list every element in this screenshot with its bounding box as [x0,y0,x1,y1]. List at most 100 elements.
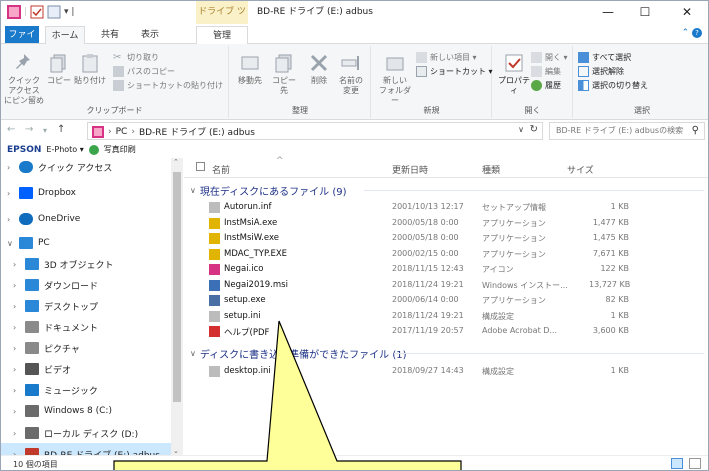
table-row[interactable]: setup.exe 2000/06/14 0:00 アプリケーション 82 KB [184,293,708,308]
tab-file[interactable]: ファイル [5,26,39,58]
epson-toolbar: EPSON E-Photo ▾ 写真印刷 [1,142,708,157]
chevron-right-icon[interactable]: › [13,429,25,438]
column-name[interactable]: 名前 [212,163,230,176]
scroll-up-icon[interactable]: ⌃ [173,158,179,166]
breadcrumb-pc[interactable]: PC [116,127,128,137]
table-row[interactable]: MDAC_TYP.EXE 2000/02/15 0:00 アプリケーション 7,671… [184,247,708,262]
back-arrow-icon[interactable]: ← [7,124,15,135]
path-icon [113,66,124,77]
table-row[interactable]: Autorun.inf 2001/10/13 12:17 セットアップ情報 1 KB [184,200,708,215]
column-size[interactable]: サイズ [567,163,594,176]
paste-button[interactable]: 貼り付け [73,52,107,86]
table-row[interactable]: InstMsiW.exe 2000/05/18 0:00 アプリケーション 1,475… [184,231,708,246]
inf-file-icon [209,202,220,213]
sidebar-item[interactable]: › デスクトップ [1,295,171,317]
scroll-down-icon[interactable]: ⌄ [173,447,179,455]
copy-path-button[interactable]: パスのコピー [113,66,175,77]
tab-manage[interactable]: 管理 [196,26,248,44]
maximize-button[interactable]: ☐ [627,1,663,24]
table-row[interactable]: Negai2019.msi 2018/11/24 19:21 Windows インス… [184,278,708,293]
select-all-checkbox[interactable] [196,162,205,171]
tab-home[interactable]: ホーム [45,26,85,44]
chevron-right-icon[interactable]: › [13,260,25,269]
pin-quick-access-button[interactable]: クイック アクセス にピン留め [3,52,45,106]
breadcrumb-drive[interactable]: BD-RE ドライブ (E:) adbus [139,125,255,138]
cut-button[interactable]: ✂ 切り取り [113,52,159,63]
chevron-right-icon[interactable]: › [7,215,19,224]
sidebar-item[interactable]: › 3D オブジェクト [1,253,171,275]
chevron-right-icon[interactable]: › [13,386,25,395]
ribbon-expand-and-help-icon[interactable]: ⌃ ? [682,28,702,38]
invert-selection-button[interactable]: 選択の切り替え [578,80,648,91]
sidebar-item[interactable]: › ローカル ディスク (D:) [1,422,171,444]
sidebar-item[interactable]: › ビデオ [1,358,171,380]
search-input[interactable]: BD-RE ドライブ (E:) adbusの検索 ⚲ [549,122,705,140]
table-row[interactable]: desktop.ini 2018/09/27 14:43 構成設定 1 KB [184,364,708,379]
table-row[interactable]: Negai.ico 2018/11/15 12:43 アイコン 122 KB [184,262,708,277]
scrollbar-thumb[interactable] [173,172,181,402]
epson-product-menu[interactable]: E-Photo ▾ [46,145,83,154]
forward-arrow-icon[interactable]: → [25,124,33,135]
chevron-right-icon[interactable]: › [7,163,19,172]
delete-button[interactable]: 削除 [306,52,332,86]
sidebar-item[interactable]: › クイック アクセス [1,156,171,178]
column-type[interactable]: 種類 [482,163,500,176]
chevron-right-icon[interactable]: › [13,407,25,416]
sidebar-item[interactable]: › OneDrive [1,208,171,230]
select-none-button[interactable]: 選択解除 [578,66,624,77]
open-button[interactable]: 開く ▾ [531,52,568,63]
navigation-scrollbar[interactable]: ⌃ ⌄ [171,158,183,455]
sidebar-item[interactable]: › ドキュメント [1,316,171,338]
paste-label: 貼り付け [74,76,106,85]
refresh-icon[interactable]: ↻ [530,124,538,135]
recent-locations-icon[interactable]: ▾ [43,126,47,135]
chevron-right-icon[interactable]: › [7,189,19,198]
chevron-right-icon[interactable]: › [13,281,25,290]
table-row[interactable]: ヘルプ(PDF 2017/11/19 20:57 Adobe Acrobat D..… [184,324,708,339]
new-folder-icon[interactable] [47,5,61,19]
chevron-right-icon[interactable]: › [13,302,25,311]
chevron-right-icon[interactable]: › [13,365,25,374]
rename-button[interactable]: 名前の 変更 [336,52,366,96]
paste-shortcut-button[interactable]: ショートカットの貼り付け [113,80,223,91]
group-header-current[interactable]: ∨ 現在ディスクにあるファイル (9) [190,183,347,198]
shortcut-button[interactable]: ショートカット ▾ [416,66,493,77]
rename-icon [341,56,359,70]
sidebar-item[interactable]: › ダウンロード [1,274,171,296]
table-row[interactable]: InstMsiA.exe 2000/05/18 0:00 アプリケーション 1,477… [184,216,708,231]
history-button[interactable]: 履歴 [531,80,561,91]
column-date[interactable]: 更新日時 [392,163,428,176]
select-all-button[interactable]: すべて選択 [578,52,631,63]
chevron-down-icon[interactable]: ∨ [7,239,19,248]
properties-button[interactable]: プロパティ [497,52,531,96]
new-item-button[interactable]: 新しい項目 ▾ [416,52,477,63]
group-header-pending[interactable]: ∨ ディスクに書き込む準備ができたファイル (1) [190,346,407,361]
edit-button[interactable]: 編集 [531,66,561,77]
sidebar-item[interactable]: › Windows 8 (C:) [1,400,171,422]
sidebar-item[interactable]: › ミュージック [1,379,171,401]
properties-icon[interactable] [30,5,44,19]
large-icons-view-icon[interactable] [689,458,701,469]
address-dropdown-icon[interactable]: ∨ [518,125,524,134]
table-row[interactable]: setup.ini 2018/11/24 19:21 構成設定 1 KB [184,309,708,324]
sidebar-item[interactable]: › ピクチャ [1,337,171,359]
photo-print-button[interactable]: 写真印刷 [104,144,136,155]
new-group: 新しい フォルダー 新しい項目 ▾ ショートカット ▾ 新規 [372,46,493,118]
close-button[interactable]: ✕ [669,1,705,24]
file-date: 2018/11/24 19:21 [392,310,464,320]
tab-share[interactable]: 共有 [95,26,125,44]
up-arrow-icon[interactable]: ↑ [57,124,65,135]
sidebar-item[interactable]: › Dropbox [1,182,171,204]
copy-to-button[interactable]: コピー先 [270,52,298,96]
move-to-button[interactable]: 移動先 [236,52,264,86]
minimize-button[interactable]: — [590,1,626,24]
address-bar[interactable]: › PC › BD-RE ドライブ (E:) adbus ∨ ↻ [87,122,543,140]
new-folder-button[interactable]: 新しい フォルダー [378,52,412,106]
chevron-right-icon[interactable]: › [13,344,25,353]
tab-view[interactable]: 表示 [135,26,165,44]
copy-button[interactable]: コピー [47,52,71,86]
qat-dropdown-icon[interactable]: ▾ | [64,7,74,17]
details-view-icon[interactable] [671,458,683,469]
sidebar-item[interactable]: ∨ PC [1,232,171,254]
chevron-right-icon[interactable]: › [13,323,25,332]
